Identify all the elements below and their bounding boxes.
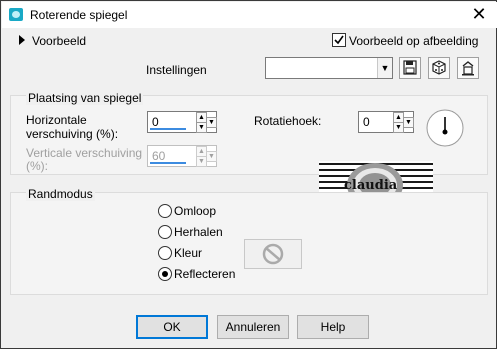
cancel-button[interactable]: Annuleren xyxy=(217,315,289,339)
rotation-angle-value[interactable]: 0 xyxy=(363,115,370,129)
checkmark-icon xyxy=(334,35,344,45)
chevron-down-icon[interactable]: ▼ xyxy=(206,117,217,128)
radio-omloop-label[interactable]: Omloop xyxy=(174,204,216,218)
horizontal-offset-slider[interactable] xyxy=(150,128,186,130)
radio-selected-dot xyxy=(162,271,168,277)
reset-icon xyxy=(462,61,474,76)
radio-kleur[interactable] xyxy=(158,246,172,260)
title-bar: Roterende spiegel ✕ xyxy=(2,2,497,28)
chevron-down-icon[interactable]: ▼ xyxy=(403,117,414,128)
rotation-angle-label: Rotatiehoek: xyxy=(254,114,322,128)
vertical-offset-value: 60 xyxy=(152,149,166,163)
reset-settings-button[interactable] xyxy=(457,57,479,79)
chevron-down-icon: ▼ xyxy=(206,151,217,162)
horizontal-offset-label-line1: Horizontale xyxy=(26,113,87,127)
preview-watermark: claudia xyxy=(344,178,398,193)
rotation-dial[interactable] xyxy=(426,109,464,147)
radio-herhalen[interactable] xyxy=(158,225,172,239)
horizontal-offset-label-line2: verschuiving (%): xyxy=(26,127,119,141)
edge-mode-group-label: Randmodus xyxy=(26,187,95,201)
close-button[interactable]: ✕ xyxy=(468,4,490,24)
preview-toggle-label[interactable]: Voorbeeld xyxy=(32,34,86,48)
vertical-offset-slider xyxy=(150,162,186,164)
save-icon xyxy=(403,60,417,75)
radio-reflecteren[interactable] xyxy=(158,267,172,281)
app-icon xyxy=(9,8,23,21)
vertical-offset-label-line1: Verticale verschuiving xyxy=(26,146,143,160)
radio-reflecteren-label[interactable]: Reflecteren xyxy=(174,267,235,281)
vertical-offset-input: 60 ▲ ▼ ▼ xyxy=(147,145,217,167)
settings-dropdown[interactable]: ▼ xyxy=(265,57,393,79)
expand-preview-icon[interactable] xyxy=(19,35,25,45)
preview-on-image-checkbox[interactable] xyxy=(332,33,346,47)
placement-group-label: Plaatsing van spiegel xyxy=(26,91,144,105)
ok-button[interactable]: OK xyxy=(136,315,208,339)
random-settings-button[interactable] xyxy=(428,57,450,79)
dialog-window: Roterende spiegel ✕ Voorbeeld Voorbeeld … xyxy=(0,0,497,349)
preview-on-image-label: Voorbeeld op afbeelding xyxy=(349,34,479,48)
help-button[interactable]: Help xyxy=(297,315,369,339)
radio-kleur-label[interactable]: Kleur xyxy=(174,246,202,260)
rotation-angle-input[interactable]: 0 ▲ ▼ ▼ xyxy=(358,111,414,133)
horizontal-offset-value[interactable]: 0 xyxy=(152,115,159,129)
settings-label: Instellingen xyxy=(146,63,207,77)
window-title: Roterende spiegel xyxy=(30,8,128,22)
radio-omloop[interactable] xyxy=(158,204,172,218)
no-color-icon xyxy=(262,243,284,265)
dice-icon xyxy=(432,60,446,75)
vertical-offset-label-line2: (%): xyxy=(26,159,48,173)
save-settings-button[interactable] xyxy=(399,57,421,79)
horizontal-offset-input[interactable]: 0 ▲ ▼ ▼ xyxy=(147,111,217,133)
dial-icon xyxy=(426,109,464,147)
radio-herhalen-label[interactable]: Herhalen xyxy=(174,225,223,239)
chevron-down-icon[interactable]: ▼ xyxy=(377,58,392,78)
color-swatch xyxy=(244,239,302,269)
